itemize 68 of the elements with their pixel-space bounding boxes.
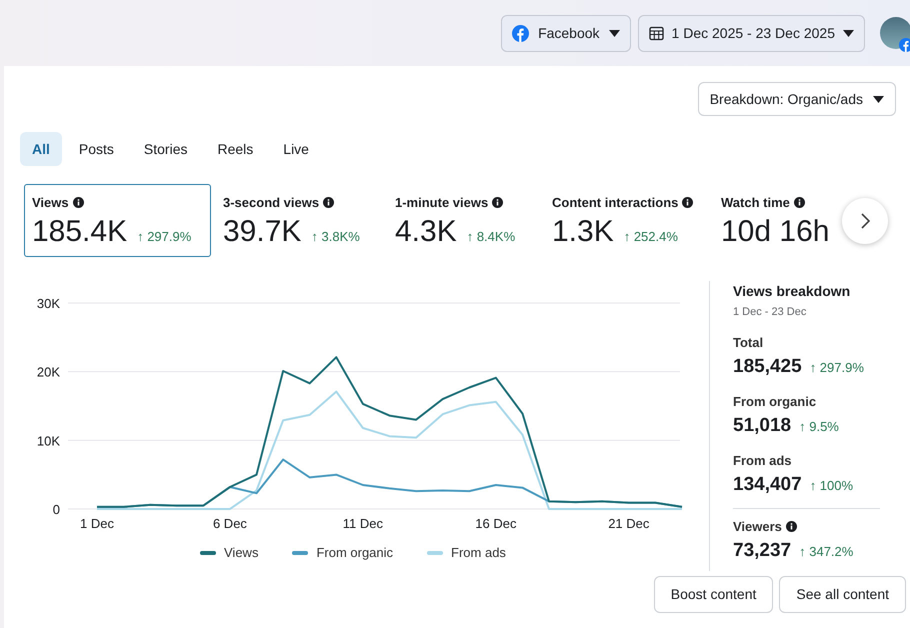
metric-card[interactable]: 1-minute views 4.3K ↑ 8.4K% [387,184,540,257]
x-axis-label: 16 Dec [475,516,516,531]
facebook-logo-icon [512,24,530,42]
breakdown-value: 134,407 [733,473,802,497]
x-axis-label: 11 Dec [342,516,384,531]
chevron-right-icon [860,213,870,229]
y-axis-label: 0 [52,502,60,517]
breakdown-change: ↑ 297.9% [810,359,864,377]
breakdown-change: ↑ 100% [810,477,854,495]
metric-card[interactable]: 3-second views 39.7K ↑ 3.8K% [215,184,383,257]
metric-label: 3-second views [223,194,320,212]
facebook-badge-icon [899,38,910,52]
metric-change: ↑ 252.4% [624,228,678,246]
x-axis-label: 21 Dec [608,516,650,531]
breakdown-change: ↑ 9.5% [799,418,839,436]
breakdown-label: Total [733,334,764,352]
info-icon [323,197,334,208]
date-range-dropdown[interactable]: 1 Dec 2025 - 23 Dec 2025 [638,14,865,52]
filter-tab[interactable]: Posts [66,132,127,166]
metric-card[interactable]: Watch time 10d 16h [713,184,833,257]
info-icon [794,197,805,208]
metric-value: 1.3K [552,214,614,250]
breakdown-period: 1 Dec - 23 Dec [733,305,808,320]
metric-label: Watch time [721,194,790,212]
breakdown-label: Viewers [733,518,782,536]
metric-value: 4.3K [395,214,457,250]
action-button[interactable]: See all content [779,576,906,613]
legend-label: From ads [451,544,506,562]
filter-tab[interactable]: Live [270,132,322,166]
y-axis-label: 10K [36,433,60,448]
metric-value: 10d 16h [721,214,830,250]
breakdown-label: From organic [733,392,816,411]
info-icon [72,197,84,208]
filter-tab[interactable]: All [20,132,62,166]
breakdown-value: 51,018 [733,414,792,438]
y-axis-label: 30K [36,296,60,311]
filter-tab[interactable]: Stories [130,132,200,166]
metric-change: ↑ 8.4K% [466,228,516,246]
metric-change: ↑ 297.9% [137,228,192,246]
breakdown-value: 73,237 [733,539,792,563]
metric-label: Views [32,194,69,212]
avatar[interactable] [880,17,910,49]
legend-label: From organic [316,544,394,562]
caret-down-icon [608,30,620,36]
metric-card[interactable]: Views 185.4K ↑ 297.9% [24,184,211,257]
y-axis-label: 20K [36,364,60,380]
filter-tab[interactable]: Reels [204,132,266,166]
x-axis-label: 6 Dec [212,516,247,531]
x-axis-label: 1 Dec [80,516,114,531]
legend-label: Views [224,544,258,562]
breakdown-dropdown[interactable]: Breakdown: Organic/ads [698,82,896,116]
breakdown-title: Views breakdown [733,282,852,301]
caret-down-icon [843,30,854,36]
metric-value: 39.7K [223,214,302,250]
info-icon [682,197,694,208]
breakdown-value: 185,425 [733,355,802,379]
metric-change: ↑ 3.8K% [311,228,360,246]
metric-card[interactable]: Content interactions 1.3K ↑ 252.4% [544,184,709,257]
caret-down-icon [873,96,884,102]
breakdown-change: ↑ 347.2% [799,543,854,561]
action-button[interactable]: Boost content [654,576,774,613]
platform-dropdown[interactable]: Facebook [501,14,631,52]
metric-value: 185.4K [32,214,128,250]
breakdown-label: From ads [733,452,792,470]
info-icon [492,197,504,208]
metric-label: Content interactions [552,194,678,212]
calendar-icon [648,26,664,40]
metric-label: 1-minute views [395,194,488,212]
